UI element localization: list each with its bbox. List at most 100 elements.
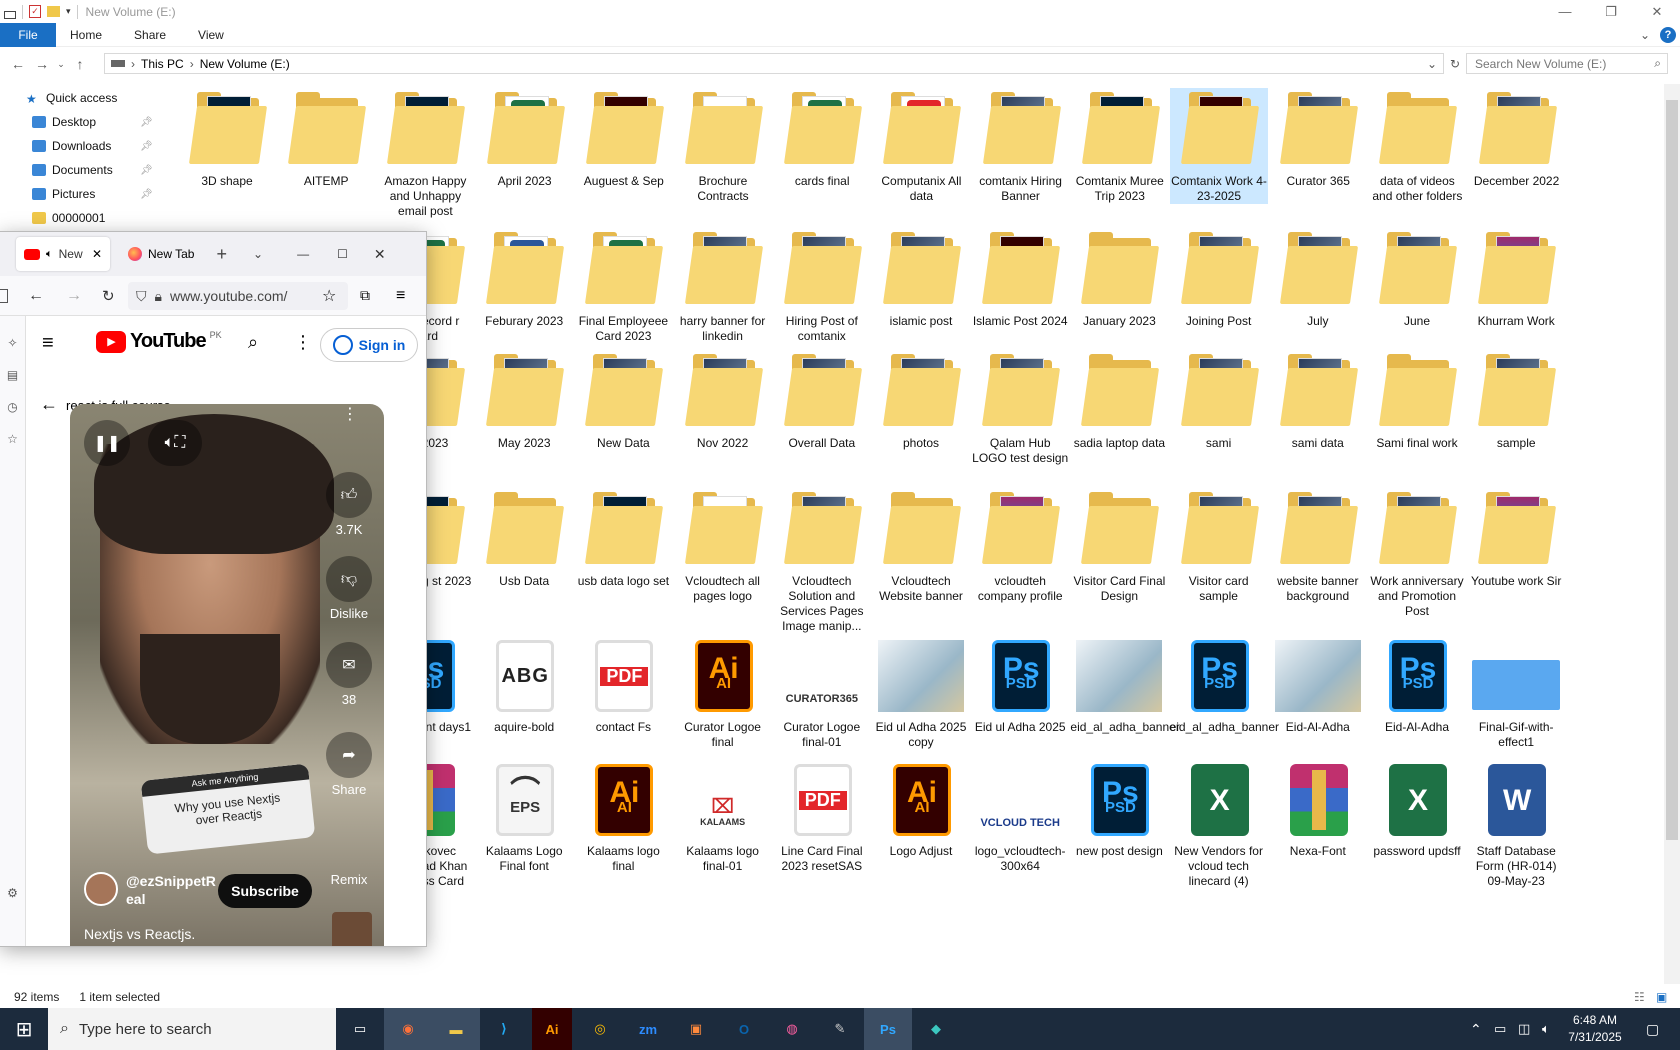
dislike-button[interactable]: 👎︎ <box>326 556 372 602</box>
file-item[interactable]: Nov 2022 <box>674 350 772 451</box>
tab-view[interactable]: View <box>182 28 240 42</box>
file-item[interactable]: Sami final work <box>1368 350 1466 451</box>
app-gradient-icon[interactable]: ◍ <box>768 1008 816 1050</box>
file-item[interactable]: Curator 365 <box>1269 88 1367 189</box>
sidebar-tool-icon[interactable]: ▤ <box>0 368 25 382</box>
tab-share[interactable]: Share <box>118 28 182 42</box>
file-item[interactable]: Vcloudtech Solution and Services Pages I… <box>773 488 871 634</box>
file-item[interactable]: ABG aquire-bold <box>475 634 573 735</box>
maximize-button[interactable]: ❐ <box>1588 0 1634 23</box>
file-item[interactable]: Hiring Post of comtanix <box>773 228 871 344</box>
subscribe-button[interactable]: Subscribe <box>218 874 312 908</box>
close-button[interactable]: ✕ <box>1634 0 1680 23</box>
tab-file[interactable]: File <box>0 22 56 47</box>
remix-thumbnail[interactable] <box>332 912 372 946</box>
file-item[interactable]: vcloudteh company profile <box>971 488 1069 604</box>
breadcrumb-volume[interactable]: New Volume (E:) <box>200 57 290 71</box>
chevron-down-icon[interactable]: ⌄ <box>1640 28 1650 42</box>
file-item[interactable]: Brochure Contracts <box>674 88 772 204</box>
up-arrow-icon[interactable]: ↑ <box>68 56 92 72</box>
file-item[interactable]: Ai Islamic Post 2024 <box>971 228 1069 329</box>
outlook-icon[interactable]: O <box>720 1008 768 1050</box>
file-item[interactable]: photos <box>872 350 970 451</box>
file-item[interactable]: New Data <box>574 350 672 451</box>
tab-new[interactable]: New Tab <box>120 237 202 271</box>
file-item[interactable]: Work anniversary and Promotion Post <box>1368 488 1466 619</box>
extensions-icon[interactable]: ⧉ <box>360 287 370 304</box>
nav-item[interactable]: Desktop 📌︎ <box>0 110 160 134</box>
notifications-icon[interactable]: ▢ <box>1646 1021 1659 1038</box>
like-button[interactable]: 👍︎ <box>326 472 372 518</box>
file-item[interactable]: comtanix Hiring Banner <box>972 88 1070 204</box>
illustrator-icon[interactable]: Ai <box>532 1008 572 1050</box>
history-icon[interactable]: ◷ <box>0 400 25 414</box>
back-arrow-icon[interactable]: ← <box>40 394 58 415</box>
file-item[interactable]: CURATOR365 Curator Logoe final-01 <box>773 634 871 750</box>
taskbar-search-input[interactable]: ⌕ Type here to search <box>48 1008 336 1050</box>
drive-icon[interactable] <box>4 10 16 19</box>
file-item[interactable]: Khurram Work <box>1467 228 1565 329</box>
wifi-icon[interactable]: ◫ <box>1518 1021 1530 1037</box>
tab-home[interactable]: Home <box>56 28 118 42</box>
minimize-button[interactable]: — <box>297 247 309 261</box>
nav-item[interactable]: 00000001 <box>0 206 160 230</box>
file-item[interactable]: Vcloudtech Website banner <box>872 488 970 604</box>
search-icon[interactable]: ⌕ <box>248 332 258 353</box>
file-item[interactable]: sadia laptop data <box>1070 350 1168 451</box>
share-button[interactable]: ➦ <box>326 732 372 778</box>
file-item[interactable]: December 2022 <box>1468 88 1566 189</box>
file-item[interactable]: Ai Auguest & Sep <box>575 88 673 189</box>
nav-item[interactable]: Documents 📌︎ <box>0 158 160 182</box>
file-item[interactable]: July <box>1269 228 1367 329</box>
volume-icon[interactable]: 🔈︎ <box>1542 1021 1550 1037</box>
channel-avatar[interactable] <box>84 872 118 906</box>
photoshop-icon[interactable]: Ps <box>864 1008 912 1050</box>
comments-button[interactable]: ✉ <box>326 642 372 688</box>
speaker-icon[interactable]: 🔈︎ <box>46 248 53 261</box>
menu-icon[interactable]: ≡ <box>396 287 405 305</box>
windows-start-icon[interactable]: ⊞ <box>0 1008 48 1050</box>
sign-in-button[interactable]: Sign in <box>320 328 418 362</box>
file-item[interactable]: Ai AI Curator Logoe final <box>674 634 772 750</box>
sidebar-toggle-icon[interactable] <box>0 288 8 303</box>
file-item[interactable]: website banner background <box>1269 488 1367 604</box>
file-item[interactable]: PsComtanix Muree Trip 2023 <box>1071 88 1169 204</box>
help-icon[interactable]: ? <box>1660 27 1676 43</box>
new-tab-icon[interactable]: + <box>216 244 227 265</box>
settings-icon[interactable]: ⚙ <box>0 886 25 900</box>
file-item[interactable]: PDF contact Fs <box>574 634 672 735</box>
chevron-down-icon[interactable]: ▾ <box>66 6 71 17</box>
url-bar[interactable]: ⛉ 🔒︎ www.youtube.com/ <box>128 282 348 310</box>
file-item[interactable]: harry banner for linkedin <box>674 228 772 344</box>
forward-arrow-icon[interactable]: → <box>66 287 82 305</box>
pin-icon[interactable]: 📌︎ <box>140 141 153 152</box>
sidebar-tool-icon[interactable]: ✧ <box>0 336 25 350</box>
reload-icon[interactable]: ↻ <box>102 287 115 305</box>
file-item[interactable]: Xpassword updsff <box>1368 758 1466 859</box>
pen-tool-icon[interactable]: ✎ <box>816 1008 864 1050</box>
file-item[interactable]: Visitor Card Final Design <box>1070 488 1168 604</box>
nav-item[interactable]: Downloads 📌︎ <box>0 134 160 158</box>
more-vertical-icon[interactable]: ⋮ <box>294 332 312 353</box>
file-item[interactable]: Youtube work Sir <box>1467 488 1565 589</box>
file-item[interactable]: VCLOUD TECH logo_vcloudtech-300x64 <box>971 758 1069 874</box>
file-item[interactable]: June <box>1368 228 1466 329</box>
file-item[interactable]: ⌒ EPS Kalaams Logo Final font <box>475 758 573 874</box>
chevron-up-icon[interactable]: ⌃ <box>1470 1021 1482 1038</box>
shorts-video[interactable]: ❚❚ 🔈︎⛶ ⋮ 👍︎ 3.7K 👎︎ Dislike ✉ 38 ➦ Share… <box>70 404 384 946</box>
tab-youtube[interactable]: 🔈︎ New ✕ <box>16 237 110 271</box>
bookmarks-icon[interactable]: ☆ <box>0 432 25 446</box>
large-icons-view-icon[interactable]: ▣ <box>1656 990 1667 1004</box>
file-item[interactable]: sami data <box>1269 350 1367 451</box>
file-item[interactable]: Xcards final <box>773 88 871 189</box>
details-view-icon[interactable]: ☷ <box>1634 990 1645 1004</box>
file-item[interactable]: Ps 3D shape <box>178 88 276 189</box>
hamburger-menu-icon[interactable]: ≡ <box>42 332 54 355</box>
zoom-icon[interactable]: zm <box>624 1008 672 1050</box>
firefox-icon[interactable]: ◉ <box>384 1008 432 1050</box>
app-orange-icon[interactable]: ▣ <box>672 1008 720 1050</box>
remix-label[interactable]: Remix <box>319 872 379 887</box>
bookmark-star-icon[interactable]: ☆ <box>322 286 336 306</box>
file-item[interactable]: May 2023 <box>475 350 573 451</box>
maximize-button[interactable]: ☐ <box>337 247 348 261</box>
